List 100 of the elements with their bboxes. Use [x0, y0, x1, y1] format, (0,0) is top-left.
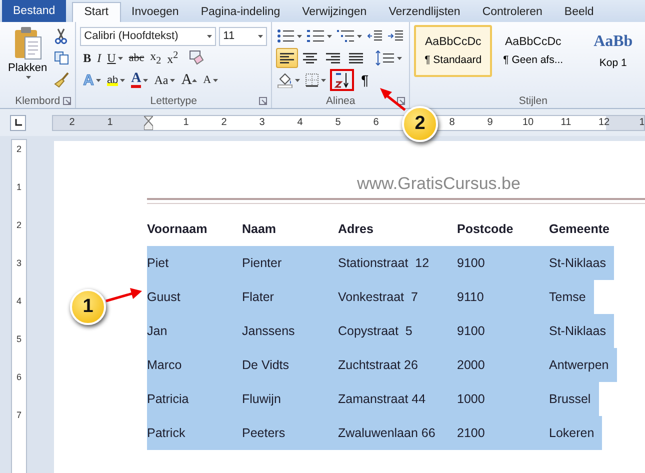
vertical-ruler: 2 1 2 3 4 5 6 7 — [11, 139, 27, 473]
multilevel-list-icon — [337, 29, 356, 43]
style-tile[interactable]: AaBb Kop 1 — [574, 25, 645, 77]
table-cell-text: 2100 — [457, 426, 486, 440]
table-cell-text: Jan — [147, 324, 168, 338]
table-cell-text: Lokeren — [549, 426, 596, 440]
launcher-icon[interactable] — [397, 97, 406, 105]
tab-selector-button[interactable] — [10, 114, 26, 130]
paint-bucket-icon — [277, 72, 294, 88]
table-cell-text: De Vidts — [242, 358, 290, 372]
callout-arrow — [378, 86, 408, 112]
caret-icon — [295, 78, 300, 82]
table-cell-text: 9100 — [457, 256, 486, 270]
ribbon-tab[interactable]: Verzendlijsten — [378, 2, 472, 22]
table-cell-text: Piet — [147, 256, 170, 270]
table-cell-text: Patrick — [147, 426, 186, 440]
line-spacing-button[interactable] — [374, 48, 404, 68]
table-cell-text: 1000 — [457, 392, 486, 406]
paste-button[interactable]: Plakken — [4, 26, 52, 93]
table-cell-text: Flater — [242, 290, 275, 304]
caret-icon — [207, 34, 212, 38]
launcher-icon[interactable] — [63, 97, 72, 105]
group-label: Stijlen — [518, 94, 548, 106]
format-button[interactable]: x$^{2}$ — [164, 48, 182, 68]
caret-icon — [258, 34, 264, 38]
column-header: Postcode — [457, 222, 514, 236]
page-header: www.GratisCursus.be — [357, 174, 522, 194]
table-cell-text: Zuchtstraat 26 — [338, 358, 419, 372]
caret-icon — [26, 76, 32, 79]
numbered-list-icon — [307, 29, 326, 43]
brush-icon — [54, 72, 70, 88]
table-cell-text: Marco — [147, 358, 183, 372]
line-spacing-icon — [375, 50, 396, 66]
table-cell-text: Temse — [549, 290, 587, 304]
column-header: Naam — [242, 222, 278, 236]
border-grid-icon — [305, 73, 320, 87]
table-cell-text: Vonkestraat 7 — [338, 290, 419, 304]
group-label: Klembord — [15, 94, 60, 106]
ribbon-tab[interactable]: Verwijzingen — [291, 2, 378, 22]
table-cell-text: Patricia — [147, 392, 190, 406]
style-tile[interactable]: AaBbCcDc ¶ Standaard — [414, 25, 492, 77]
ribbon-tab[interactable]: Invoegen — [120, 2, 190, 22]
caret-icon — [118, 56, 123, 60]
sort-button[interactable] — [330, 69, 354, 91]
column-header: Voornaam — [147, 222, 208, 236]
font-size-field[interactable]: 11 — [219, 26, 268, 46]
format-painter-button[interactable] — [53, 70, 72, 90]
format-button[interactable]: ab — [104, 70, 128, 90]
ribbon-tab[interactable]: Controleren — [471, 2, 554, 22]
clipboard-icon — [12, 26, 43, 60]
table-cell-text: Janssens — [242, 324, 296, 338]
format-button[interactable]: abc — [126, 48, 148, 68]
column-header: Gemeente — [549, 222, 610, 236]
up-caret-icon — [192, 78, 198, 82]
caret-icon — [143, 78, 148, 82]
table-cell-text: 9110 — [457, 290, 485, 304]
table-cell-text: Stationstraat 12 — [338, 256, 430, 270]
table-cell-text: Peeters — [242, 426, 286, 440]
caret-icon — [170, 78, 176, 82]
table-cell-text: Pienter — [242, 256, 283, 270]
caret-icon — [357, 34, 362, 38]
indent-marker-icon[interactable] — [144, 116, 152, 130]
indent-icon — [367, 30, 384, 42]
format-button[interactable]: A — [178, 70, 200, 90]
sort-icon — [334, 72, 350, 88]
caret-icon — [120, 78, 126, 82]
caret-icon — [397, 56, 402, 60]
bullet-list-icon — [277, 29, 296, 43]
show-formatting-button[interactable]: ¶ — [357, 72, 373, 88]
tab-stop-icon — [14, 119, 22, 126]
group-label: Lettertype — [150, 94, 197, 106]
ribbon-tab[interactable]: Beeld — [553, 2, 605, 22]
table-cell-text: 2000 — [457, 358, 486, 372]
table-cell-text: Antwerpen — [549, 358, 610, 372]
column-header: Adres — [338, 222, 374, 236]
style-tile[interactable]: AaBbCcDc ¶ Geen afs... — [494, 25, 572, 77]
format-button[interactable]: x$_{2}$ — [147, 48, 164, 68]
format-button[interactable]: B — [80, 48, 94, 68]
caret-icon — [297, 34, 302, 38]
caret-icon — [327, 34, 332, 38]
table-cell-text: St-Niklaas — [549, 256, 607, 270]
eraser-icon — [188, 50, 204, 66]
ribbon-tab[interactable]: Start — [72, 2, 120, 22]
ribbon-tab[interactable]: Bestand — [2, 0, 66, 22]
indent-icon — [388, 30, 404, 42]
format-button[interactable]: A — [200, 70, 222, 90]
table-cell-text: Copystraat 5 — [338, 324, 414, 338]
group-label: Alinea — [326, 94, 356, 106]
format-button[interactable]: I — [94, 48, 104, 68]
format-button[interactable]: A — [128, 70, 152, 90]
launcher-icon[interactable] — [259, 97, 268, 105]
table-cell-text: Zamanstraat 44 — [338, 392, 427, 406]
table-cell-text: Zwaluwenlaan 66 — [338, 426, 436, 440]
caret-icon — [321, 78, 326, 82]
ribbon-tab[interactable]: Pagina-indeling — [190, 2, 292, 22]
font-name-field[interactable]: Calibri (Hoofdtekst) — [80, 26, 216, 46]
format-button[interactable]: Aa — [151, 70, 178, 90]
table-cell-text: 9100 — [457, 324, 486, 338]
format-button[interactable]: U — [104, 48, 126, 68]
table-cell-text: Guust — [147, 290, 182, 304]
